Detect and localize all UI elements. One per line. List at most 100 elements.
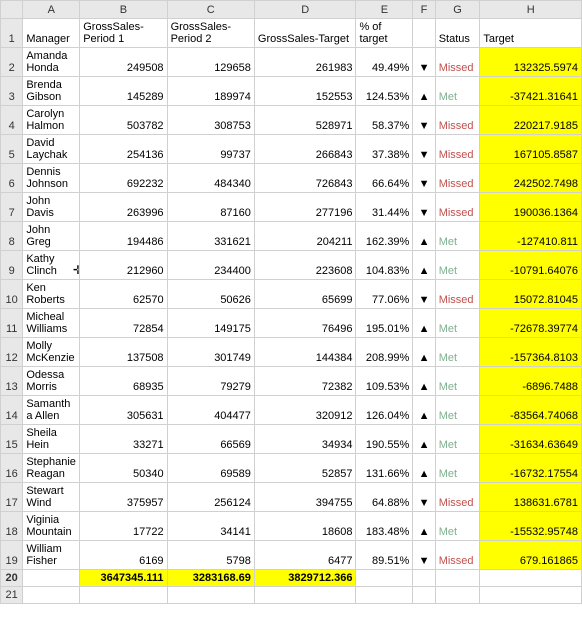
cell-gs1[interactable]: 305631 <box>80 396 167 425</box>
cell-status[interactable]: Met <box>435 338 480 367</box>
spreadsheet-grid[interactable]: A B C D E F G H 1 Manager GrossSales-Per… <box>0 0 582 604</box>
cell-gs2[interactable]: 79279 <box>167 367 254 396</box>
cell-gs1[interactable]: 137508 <box>80 338 167 367</box>
cell-gstarget[interactable]: 394755 <box>254 483 356 512</box>
cell-gs2[interactable]: 234400 <box>167 251 254 280</box>
row-header[interactable]: 20 <box>1 570 23 587</box>
cell-gs2[interactable]: 50626 <box>167 280 254 309</box>
cell-status[interactable]: Met <box>435 309 480 338</box>
cell-gs1[interactable]: 194486 <box>80 222 167 251</box>
cell-target[interactable]: -72678.39774 <box>480 309 582 338</box>
cell-gstarget[interactable]: 34934 <box>254 425 356 454</box>
row-header[interactable]: 4 <box>1 106 23 135</box>
cell-empty[interactable] <box>435 570 480 587</box>
row-header[interactable]: 9 <box>1 251 23 280</box>
cell-gstarget[interactable]: 144384 <box>254 338 356 367</box>
cell-pct[interactable]: 64.88% <box>356 483 413 512</box>
cell-empty[interactable] <box>435 587 480 604</box>
cell-gstarget[interactable]: 320912 <box>254 396 356 425</box>
cell-gs2[interactable]: 34141 <box>167 512 254 541</box>
cell-pct[interactable]: 89.51% <box>356 541 413 570</box>
cell-gs2[interactable]: 99737 <box>167 135 254 164</box>
cell-empty[interactable] <box>254 587 356 604</box>
cell-status[interactable]: Met <box>435 512 480 541</box>
header-gs2[interactable]: GrossSales-Period 2 <box>167 19 254 48</box>
cell-pct[interactable]: 162.39% <box>356 222 413 251</box>
col-header-H[interactable]: H <box>480 1 582 19</box>
header-arrow[interactable] <box>413 19 435 48</box>
row-header[interactable]: 13 <box>1 367 23 396</box>
cell-gstarget[interactable]: 204211 <box>254 222 356 251</box>
cell-empty[interactable] <box>167 587 254 604</box>
cell-manager[interactable]: John Greg <box>23 222 80 251</box>
cell-gstarget[interactable]: 72382 <box>254 367 356 396</box>
cell-gs1[interactable]: 62570 <box>80 280 167 309</box>
col-header-C[interactable]: C <box>167 1 254 19</box>
header-gstarget[interactable]: GrossSales-Target <box>254 19 356 48</box>
cell-gstarget[interactable]: 6477 <box>254 541 356 570</box>
cell-gs2[interactable]: 66569 <box>167 425 254 454</box>
cell-target[interactable]: -6896.7488 <box>480 367 582 396</box>
row-header[interactable]: 10 <box>1 280 23 309</box>
cell-empty[interactable] <box>80 587 167 604</box>
total-gs1[interactable]: 3647345.111 <box>80 570 167 587</box>
cell-pct[interactable]: 66.64% <box>356 164 413 193</box>
cell-gs2[interactable]: 149175 <box>167 309 254 338</box>
cell-gs1[interactable]: 254136 <box>80 135 167 164</box>
cell-gs2[interactable]: 404477 <box>167 396 254 425</box>
cell-target[interactable]: 679.161865 <box>480 541 582 570</box>
row-header[interactable]: 16 <box>1 454 23 483</box>
cell-manager[interactable]: Amanda Honda <box>23 48 80 77</box>
cell-target[interactable]: 132325.5974 <box>480 48 582 77</box>
cell-gstarget[interactable]: 528971 <box>254 106 356 135</box>
cell-manager[interactable]: Molly McKenzie <box>23 338 80 367</box>
cell-gs1[interactable]: 6169 <box>80 541 167 570</box>
cell-gs1[interactable]: 263996 <box>80 193 167 222</box>
cell-gs2[interactable]: 5798 <box>167 541 254 570</box>
cell-gstarget[interactable]: 52857 <box>254 454 356 483</box>
cell-manager[interactable]: Samantha Allen <box>23 396 80 425</box>
cell-gs1[interactable]: 72854 <box>80 309 167 338</box>
row-header[interactable]: 12 <box>1 338 23 367</box>
cell-gstarget[interactable]: 266843 <box>254 135 356 164</box>
cell-status[interactable]: Missed <box>435 280 480 309</box>
cell-manager[interactable]: William Fisher <box>23 541 80 570</box>
cell-target[interactable]: -127410.811 <box>480 222 582 251</box>
cell-gstarget[interactable]: 277196 <box>254 193 356 222</box>
header-target[interactable]: Target <box>480 19 582 48</box>
row-header[interactable]: 3 <box>1 77 23 106</box>
total-gstarget[interactable]: 3829712.366 <box>254 570 356 587</box>
cell-pct[interactable]: 124.53% <box>356 77 413 106</box>
cell-pct[interactable]: 208.99% <box>356 338 413 367</box>
cell-target[interactable]: 190036.1364 <box>480 193 582 222</box>
cell-status[interactable]: Met <box>435 454 480 483</box>
corner-cell[interactable] <box>1 1 23 19</box>
cell-gs2[interactable]: 69589 <box>167 454 254 483</box>
cell-pct[interactable]: 58.37% <box>356 106 413 135</box>
row-header[interactable]: 1 <box>1 19 23 48</box>
cell-gs2[interactable]: 308753 <box>167 106 254 135</box>
cell-gstarget[interactable]: 223608 <box>254 251 356 280</box>
header-manager[interactable]: Manager <box>23 19 80 48</box>
cell-manager[interactable]: Carolyn Halmon <box>23 106 80 135</box>
cell-gs2[interactable]: 484340 <box>167 164 254 193</box>
cell-empty[interactable] <box>480 587 582 604</box>
cell-target[interactable]: -157364.8103 <box>480 338 582 367</box>
cell-target[interactable]: -83564.74068 <box>480 396 582 425</box>
cell-status[interactable]: Missed <box>435 483 480 512</box>
cell-manager[interactable]: Viginia Mountain <box>23 512 80 541</box>
cell-gs1[interactable]: 692232 <box>80 164 167 193</box>
cell-pct[interactable]: 190.55% <box>356 425 413 454</box>
cell-gs2[interactable]: 129658 <box>167 48 254 77</box>
header-status[interactable]: Status <box>435 19 480 48</box>
cell-gs1[interactable]: 503782 <box>80 106 167 135</box>
cell-gstarget[interactable]: 76496 <box>254 309 356 338</box>
cell-manager[interactable]: Micheal Williams <box>23 309 80 338</box>
cell-pct[interactable]: 104.83% <box>356 251 413 280</box>
row-header[interactable]: 11 <box>1 309 23 338</box>
cell-status[interactable]: Met <box>435 222 480 251</box>
row-header[interactable]: 7 <box>1 193 23 222</box>
cell-gs1[interactable]: 50340 <box>80 454 167 483</box>
cell-manager[interactable]: Ken Roberts <box>23 280 80 309</box>
row-header[interactable]: 2 <box>1 48 23 77</box>
